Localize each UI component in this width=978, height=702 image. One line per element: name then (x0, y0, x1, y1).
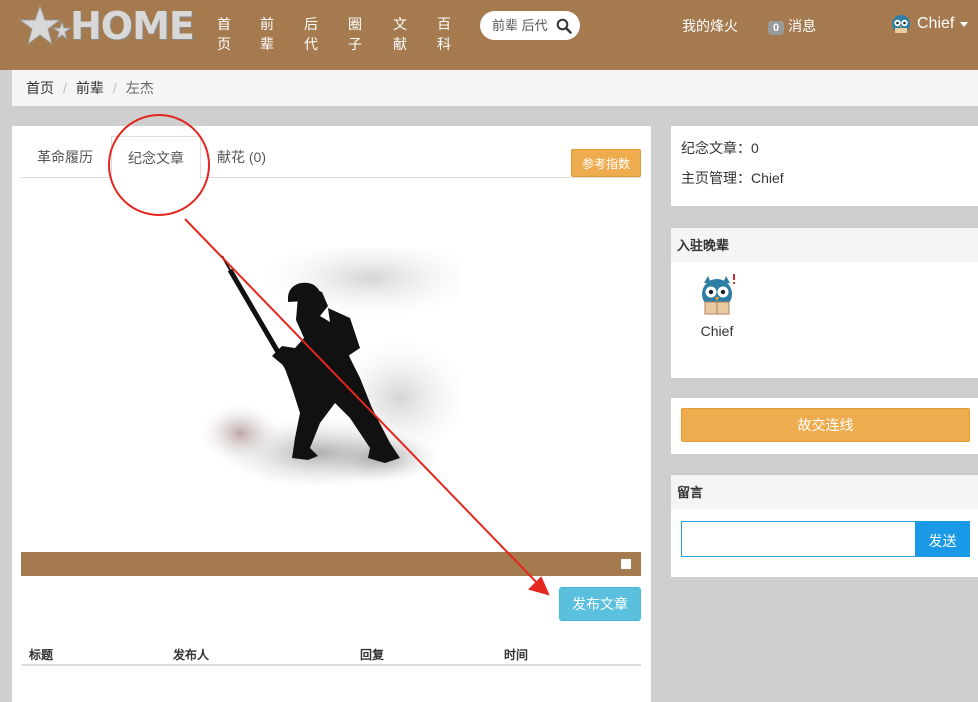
descendants-box: 入驻晚辈 Chief (671, 226, 978, 378)
owl-avatar-icon (892, 15, 910, 33)
tab-memorial-articles[interactable]: 纪念文章 (111, 136, 201, 179)
reference-index-button[interactable]: 参考指数 (570, 149, 641, 177)
column-header-time: 时间 (504, 648, 529, 662)
tab-flowers[interactable]: 献花 (0) (201, 136, 282, 178)
star-logo-icon (18, 4, 73, 46)
user-menu[interactable]: Chief (890, 13, 969, 35)
chevron-down-icon (960, 21, 969, 27)
profile-tabs: 革命履历 纪念文章 献花 (0) (21, 136, 641, 179)
section-divider-bar (21, 552, 641, 576)
breadcrumb-elders[interactable]: 前辈 (76, 78, 104, 98)
breadcrumb-separator: / (112, 80, 117, 96)
send-button[interactable]: 发送 (915, 521, 970, 557)
site-logo[interactable]: HOME (18, 4, 195, 48)
search-box (480, 11, 580, 40)
column-header-author: 发布人 (173, 648, 210, 662)
tab-revolutionary-history[interactable]: 革命履历 (21, 136, 109, 178)
nav-item-elders[interactable]: 前辈 (259, 14, 275, 54)
member-card[interactable]: Chief (695, 274, 739, 339)
nav-item-encyclopedia[interactable]: 百科 (436, 14, 452, 54)
username-label: Chief (917, 15, 955, 32)
messages-label: 消息 (788, 18, 817, 34)
nav-item-descendants[interactable]: 后代 (303, 14, 319, 54)
nav-item-home[interactable]: 首页 (216, 14, 232, 54)
breadcrumb: 首页 / 前辈 / 左杰 (12, 70, 978, 106)
messages-link[interactable]: 0 消息 (768, 16, 816, 36)
message-count-badge: 0 (768, 21, 785, 35)
column-header-replies: 回复 (360, 648, 385, 662)
publish-article-button[interactable]: 发布文章 (559, 587, 641, 621)
breadcrumb-separator: / (63, 80, 67, 96)
nav-item-documents[interactable]: 文献 (392, 14, 408, 54)
nav-item-circles[interactable]: 圈子 (347, 14, 363, 54)
stats-box: 纪念文章：0 主页管理：Chief (671, 126, 978, 206)
descendants-heading: 入驻晚辈 (671, 226, 978, 262)
search-icon[interactable] (556, 18, 572, 34)
message-board-box: 留言 发送 (671, 473, 978, 577)
breadcrumb-home[interactable]: 首页 (26, 78, 54, 98)
owl-avatar-icon (702, 274, 735, 315)
square-icon (621, 559, 631, 569)
top-navbar: HOME 首页 前辈 后代 圈子 文献 百科 我的烽火 0消息 Chief (0, 0, 978, 70)
old-friends-connect-button[interactable]: 故交连线 (681, 408, 970, 442)
articles-table-header: 标题 发布人 回复 时间 (21, 632, 641, 666)
main-panel: 革命履历 纪念文章 献花 (0) 参考指数 发布文章 标题 发布人 回复 时间 (12, 126, 651, 702)
message-board-heading: 留言 (671, 473, 978, 509)
contact-box: 故交连线 (671, 398, 978, 454)
my-beacon-link[interactable]: 我的烽火 (682, 16, 738, 36)
articles-count: 纪念文章：0 (681, 140, 759, 156)
page-manager: 主页管理：Chief (681, 170, 784, 186)
soldier-silhouette-image (200, 248, 460, 494)
member-name: Chief (700, 323, 734, 339)
logo-text: HOME (70, 4, 195, 48)
breadcrumb-current: 左杰 (125, 80, 154, 96)
message-input[interactable] (681, 521, 916, 557)
search-input[interactable] (492, 18, 556, 33)
column-header-title: 标题 (29, 648, 54, 662)
